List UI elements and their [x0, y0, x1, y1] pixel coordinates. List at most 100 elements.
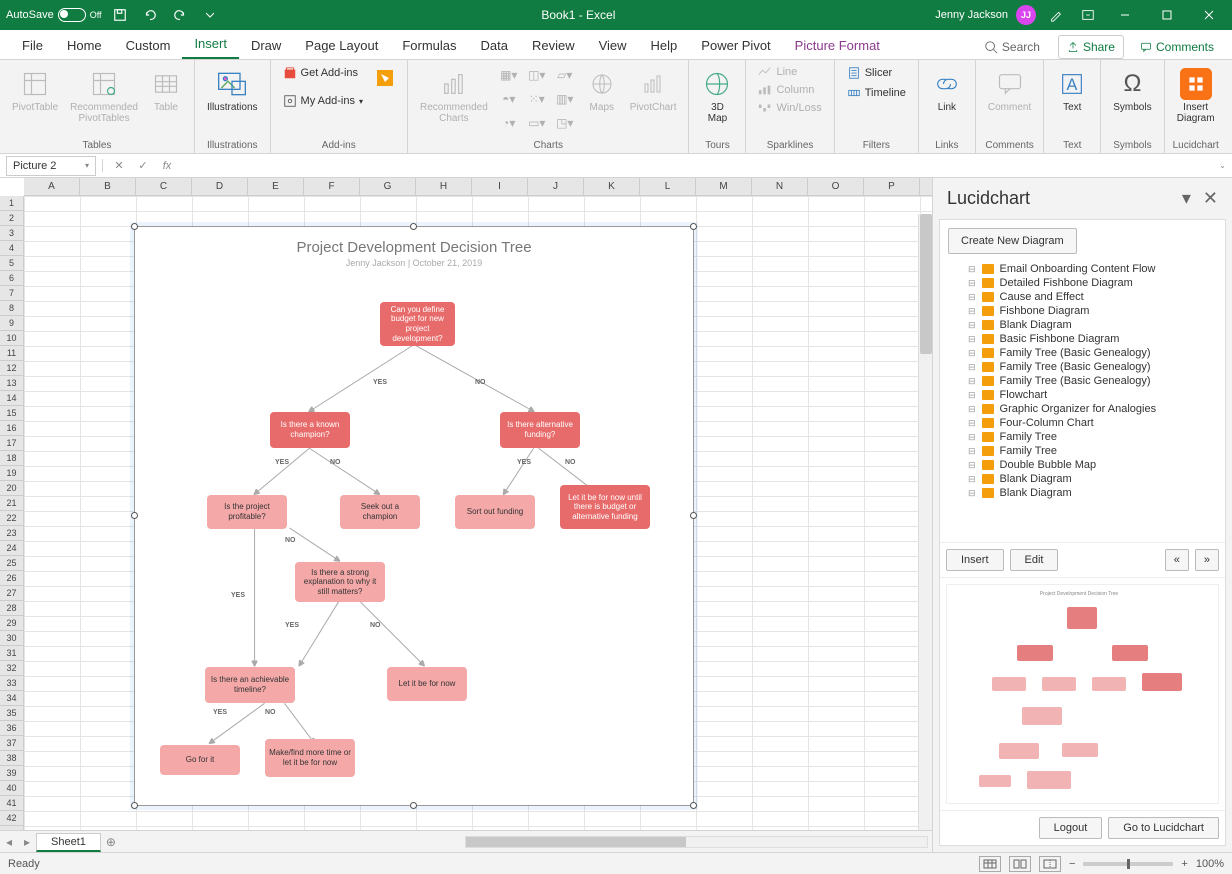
row-header[interactable]: 17	[0, 436, 23, 451]
tab-custom[interactable]: Custom	[114, 32, 183, 59]
close-button[interactable]	[1192, 3, 1226, 27]
scatter-chart-icon[interactable]: ⁙▾	[524, 88, 550, 110]
column-header[interactable]: M	[696, 178, 752, 195]
tab-picture-format[interactable]: Picture Format	[783, 32, 892, 59]
column-header[interactable]: I	[472, 178, 528, 195]
share-button[interactable]: Share	[1058, 35, 1124, 59]
lucid-tree-item[interactable]: ⊟Graphic Organizer for Analogies	[944, 402, 1221, 416]
row-header[interactable]: 25	[0, 556, 23, 571]
scroll-thumb-h[interactable]	[466, 837, 686, 847]
lucid-tree-item[interactable]: ⊟Email Onboarding Content Flow	[944, 262, 1221, 276]
redo-icon[interactable]	[168, 3, 192, 27]
lucid-tree-item[interactable]: ⊟Blank Diagram	[944, 318, 1221, 332]
row-header[interactable]: 42	[0, 811, 23, 826]
pivot-table-button[interactable]: PivotTable	[8, 64, 62, 117]
table-button[interactable]: Table	[146, 64, 186, 117]
row-header[interactable]: 12	[0, 361, 23, 376]
slicer-button[interactable]: Slicer	[843, 64, 910, 82]
my-addins-button[interactable]: My Add-ins▾	[279, 92, 367, 110]
row-header[interactable]: 30	[0, 631, 23, 646]
view-pagebreak-button[interactable]	[1039, 856, 1061, 872]
row-header[interactable]: 22	[0, 511, 23, 526]
lucid-tree-item[interactable]: ⊟Family Tree (Basic Genealogy)	[944, 360, 1221, 374]
get-addins-button[interactable]: Get Add-ins	[279, 64, 367, 82]
row-header[interactable]: 23	[0, 526, 23, 541]
resize-handle-w[interactable]	[131, 512, 138, 519]
column-header[interactable]: G	[360, 178, 416, 195]
column-header[interactable]: C	[136, 178, 192, 195]
row-header[interactable]: 9	[0, 316, 23, 331]
tab-draw[interactable]: Draw	[239, 32, 293, 59]
column-header[interactable]: B	[80, 178, 136, 195]
column-header[interactable]: N	[752, 178, 808, 195]
autosave-toggle[interactable]: AutoSave Off	[6, 8, 102, 22]
tab-formulas[interactable]: Formulas	[390, 32, 468, 59]
resize-handle-sw[interactable]	[131, 802, 138, 809]
sparkline-line-button[interactable]: Line	[754, 64, 825, 80]
combo-chart-icon[interactable]: ▥▾	[552, 88, 578, 110]
bar-chart-icon[interactable]: ▦▾	[496, 64, 522, 86]
map-chart-icon[interactable]: ▭▾	[524, 112, 550, 134]
row-header[interactable]: 41	[0, 796, 23, 811]
row-header[interactable]: 20	[0, 481, 23, 496]
row-header[interactable]: 34	[0, 691, 23, 706]
zoom-slider[interactable]	[1083, 862, 1173, 866]
scrollbar-vertical[interactable]	[918, 214, 932, 830]
column-header[interactable]: J	[528, 178, 584, 195]
chevron-down-icon[interactable]: ▾	[85, 161, 89, 170]
row-header[interactable]: 19	[0, 466, 23, 481]
row-header[interactable]: 35	[0, 706, 23, 721]
lucid-tree-item[interactable]: ⊟Four-Column Chart	[944, 416, 1221, 430]
row-header[interactable]: 28	[0, 601, 23, 616]
column-header[interactable]: H	[416, 178, 472, 195]
row-header[interactable]: 6	[0, 271, 23, 286]
surface-chart-icon[interactable]: ◳▾	[552, 112, 578, 134]
line-chart-icon[interactable]: ▱▾	[552, 64, 578, 86]
column-header[interactable]: E	[248, 178, 304, 195]
row-header[interactable]: 40	[0, 781, 23, 796]
zoom-in-button[interactable]: +	[1181, 858, 1187, 870]
cancel-formula-button[interactable]: ✕	[109, 159, 129, 172]
drawing-mode-icon[interactable]	[1044, 3, 1068, 27]
bing-maps-button[interactable]	[371, 64, 399, 92]
ribbon-display-icon[interactable]	[1076, 3, 1100, 27]
user-avatar[interactable]: JJ	[1016, 5, 1036, 25]
resize-handle-ne[interactable]	[690, 223, 697, 230]
insert-diagram-button[interactable]: Insert Diagram	[1173, 64, 1219, 128]
tab-file[interactable]: File	[10, 32, 55, 59]
grid[interactable]: Project Development Decision Tree Jenny …	[24, 196, 932, 830]
tab-page-layout[interactable]: Page Layout	[293, 32, 390, 59]
lucid-tree-item[interactable]: ⊟Family Tree (Basic Genealogy)	[944, 346, 1221, 360]
view-normal-button[interactable]	[979, 856, 1001, 872]
lucid-tree-item[interactable]: ⊟Blank Diagram	[944, 472, 1221, 486]
lucid-tree-item[interactable]: ⊟Double Bubble Map	[944, 458, 1221, 472]
lucid-tree-item[interactable]: ⊟Basic Fishbone Diagram	[944, 332, 1221, 346]
enter-formula-button[interactable]: ✓	[133, 159, 153, 172]
scroll-thumb-v[interactable]	[920, 214, 932, 354]
lucid-diagram-list[interactable]: ⊟Email Onboarding Content Flow⊟Detailed …	[940, 262, 1225, 542]
row-header[interactable]: 16	[0, 421, 23, 436]
name-box[interactable]: Picture 2 ▾	[6, 156, 96, 176]
lucid-edit-button[interactable]: Edit	[1010, 549, 1059, 571]
comments-button[interactable]: Comments	[1132, 36, 1222, 58]
text-button[interactable]: AText	[1052, 64, 1092, 117]
row-header[interactable]: 32	[0, 661, 23, 676]
symbols-button[interactable]: ΩSymbols	[1109, 64, 1155, 117]
lucid-insert-button[interactable]: Insert	[946, 549, 1004, 571]
tab-view[interactable]: View	[587, 32, 639, 59]
stat-chart-icon[interactable]: ◓▾	[496, 88, 522, 110]
lucid-tree-item[interactable]: ⊟Fishbone Diagram	[944, 304, 1221, 318]
pivotchart-button[interactable]: PivotChart	[626, 64, 681, 117]
column-header[interactable]: D	[192, 178, 248, 195]
lucid-prev-button[interactable]: «	[1165, 549, 1189, 571]
row-header[interactable]: 29	[0, 616, 23, 631]
3d-map-button[interactable]: 3D Map	[697, 64, 737, 128]
link-button[interactable]: Link	[927, 64, 967, 117]
zoom-out-button[interactable]: −	[1069, 858, 1075, 870]
row-header[interactable]: 36	[0, 721, 23, 736]
row-header[interactable]: 11	[0, 346, 23, 361]
resize-handle-n[interactable]	[410, 223, 417, 230]
column-header[interactable]: O	[808, 178, 864, 195]
lucid-tree-item[interactable]: ⊟Blank Diagram	[944, 486, 1221, 500]
tab-insert[interactable]: Insert	[182, 30, 239, 59]
